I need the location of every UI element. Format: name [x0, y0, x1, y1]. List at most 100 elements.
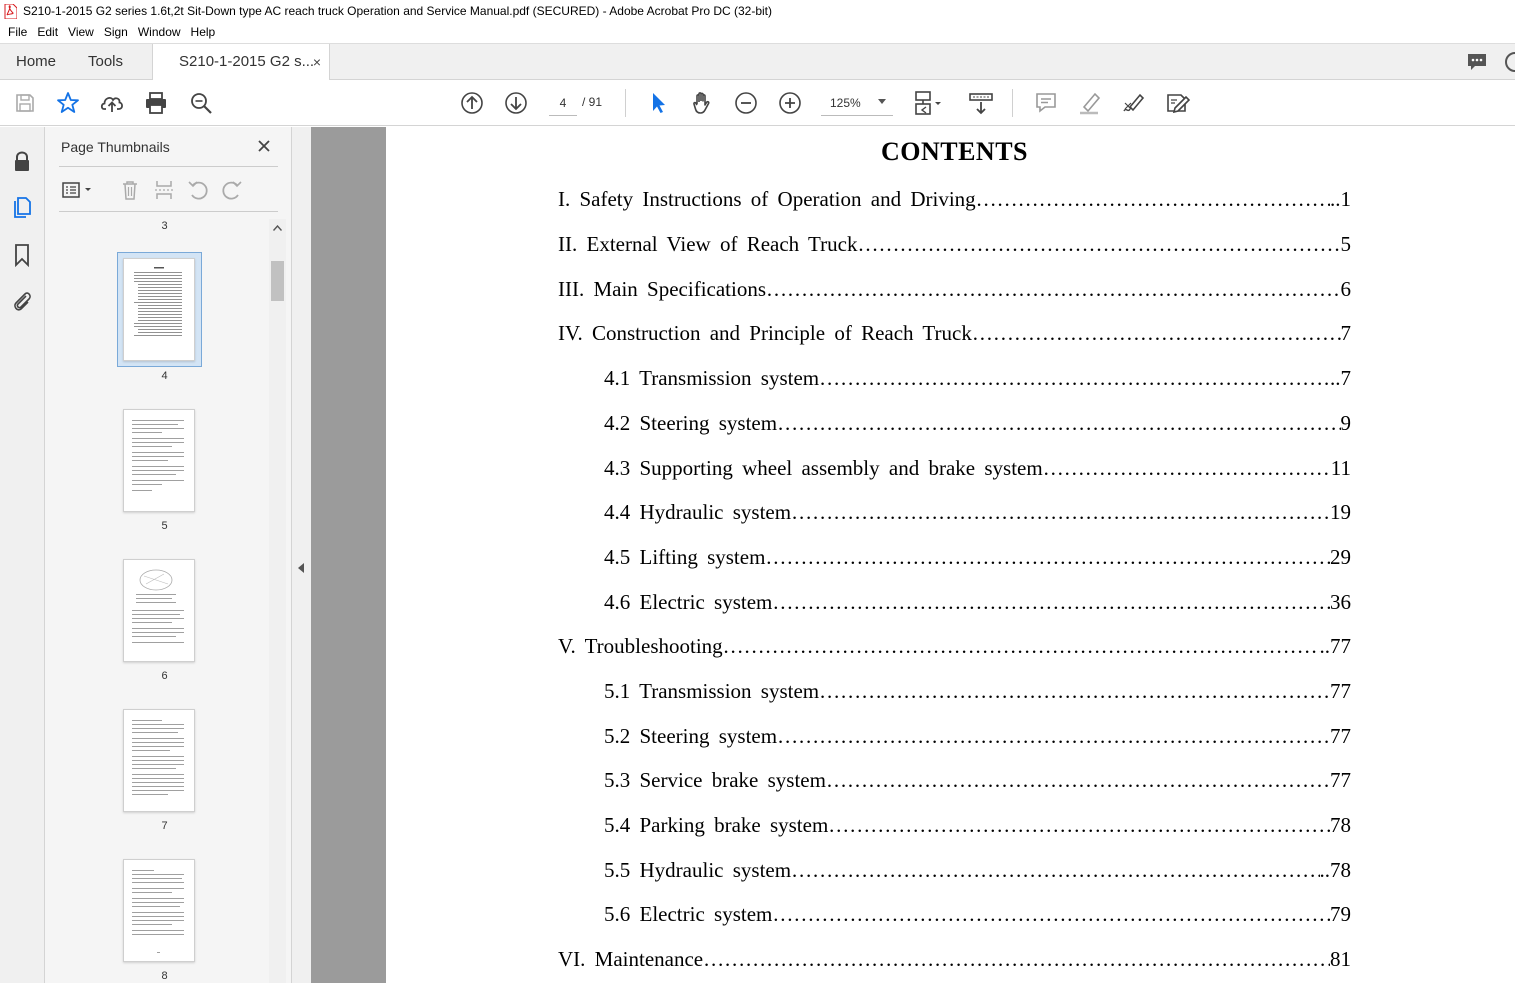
toc-leader-dots	[826, 768, 1330, 793]
rotate-clockwise-icon[interactable]	[221, 179, 243, 204]
thumbnail-options-icon[interactable]	[61, 179, 95, 204]
bookmark-star-icon[interactable]	[55, 90, 81, 116]
lock-icon[interactable]	[10, 149, 34, 173]
menu-view[interactable]: View	[63, 22, 99, 43]
toc-entry: 4.1 Transmission system ..7	[604, 366, 1351, 396]
edit-tools-icon[interactable]	[1165, 90, 1191, 116]
thumbnail-toolbar	[59, 176, 278, 204]
thumbnail-page-8[interactable]	[123, 859, 195, 962]
add-comment-icon[interactable]	[1033, 90, 1059, 116]
thumbnail-list: 3 4 5 6 7 8	[59, 219, 270, 983]
next-page-icon[interactable]	[503, 90, 529, 116]
toc-leader-dots	[819, 366, 1330, 391]
toc-entry-page: 9	[1340, 411, 1352, 435]
toolbar-divider	[1012, 89, 1013, 117]
thumbnail-page-4[interactable]	[123, 258, 195, 361]
toc-leader-dots	[819, 679, 1330, 704]
page-thumbnails-icon[interactable]	[10, 195, 34, 219]
toc-entry: VI. Maintenance 81	[558, 947, 1351, 977]
toc-entry: 4.2 Steering system 9	[604, 411, 1351, 441]
toc-leader-dots	[777, 724, 1330, 749]
save-icon[interactable]	[12, 90, 38, 116]
menu-help[interactable]: Help	[186, 22, 221, 43]
scrollbar-thumb[interactable]	[271, 261, 284, 301]
toc-leader-dots	[1043, 456, 1331, 481]
attachments-paperclip-icon[interactable]	[10, 288, 34, 312]
close-panel-icon[interactable]	[254, 136, 274, 156]
menu-sign[interactable]: Sign	[99, 22, 133, 43]
toc-entry: III. Main Specifications 6	[558, 277, 1351, 307]
rotate-counterclockwise-icon[interactable]	[187, 179, 209, 204]
toc-entry-title: 5.1 Transmission system	[604, 679, 820, 703]
toc-entry-page: ..77	[1319, 634, 1352, 658]
previous-page-icon[interactable]	[459, 90, 485, 116]
toc-entry-page: 6	[1340, 277, 1352, 301]
scroll-up-icon[interactable]	[273, 225, 282, 231]
toc-entry-title: I. Safety Instructions of Operation and …	[558, 187, 976, 211]
toc-entry: 5.4 Parking brake system 78	[604, 813, 1351, 843]
toc-entry-title: 5.6 Electric system	[604, 902, 773, 926]
panel-splitter[interactable]	[292, 127, 311, 983]
thumbnail-scrollbar[interactable]	[269, 219, 286, 983]
toc-entry-page: 11	[1330, 456, 1351, 480]
zoom-out-icon[interactable]	[733, 90, 759, 116]
help-icon[interactable]	[1503, 52, 1515, 75]
sign-pen-icon[interactable]	[1121, 90, 1147, 116]
page-thumbnails-panel: Page Thumbnails 3 4 5 6 7 8	[45, 127, 292, 983]
title-bar: S210-1-2015 G2 series 1.6t,2t Sit-Down t…	[0, 0, 1515, 22]
zoom-search-icon[interactable]	[188, 90, 214, 116]
contents-heading: CONTENTS	[880, 137, 1029, 166]
toc-entry-title: 4.6 Electric system	[604, 590, 773, 614]
panel-divider	[59, 166, 278, 167]
upload-cloud-icon[interactable]	[99, 90, 125, 116]
comment-bubble-icon[interactable]	[1466, 52, 1488, 75]
toc-entry: 5.5 Hydraulic system ..78	[604, 858, 1351, 888]
print-icon[interactable]	[143, 90, 169, 116]
toc-entry-title: 4.3 Supporting wheel assembly and brake …	[604, 456, 1043, 480]
toc-entry-title: II. External View of Reach Truck	[558, 232, 858, 256]
tab-tools[interactable]: Tools	[88, 44, 123, 80]
page-layout-icon[interactable]	[913, 90, 947, 116]
toc-entry-title: 4.4 Hydraulic system	[604, 500, 792, 524]
delete-page-icon[interactable]	[119, 179, 141, 204]
toc-leader-dots	[766, 277, 1340, 302]
left-navigation-rail	[0, 127, 45, 983]
toolbar-divider	[625, 89, 626, 117]
toc-leader-dots	[777, 411, 1340, 436]
select-cursor-icon[interactable]	[645, 90, 671, 116]
menu-window[interactable]: Window	[133, 22, 186, 43]
zoom-in-icon[interactable]	[777, 90, 803, 116]
thumbnail-page-7[interactable]	[123, 709, 195, 812]
toc-entry-page: 5	[1340, 232, 1352, 256]
toc-entry: 5.3 Service brake system 77	[604, 768, 1351, 798]
menu-edit[interactable]: Edit	[32, 22, 63, 43]
toc-entry-page: 19	[1330, 500, 1351, 524]
toc-entry-page: 7	[1340, 321, 1352, 345]
page-total-label: / 91	[582, 95, 603, 109]
panel-title: Page Thumbnails	[61, 139, 170, 155]
collapse-panel-icon[interactable]	[298, 563, 304, 573]
page-number-input[interactable]	[549, 90, 577, 116]
toc-entry: V. Troubleshooting ..77	[558, 634, 1351, 664]
thumbnail-page-5[interactable]	[123, 409, 195, 512]
bookmarks-icon[interactable]	[10, 243, 34, 267]
menu-bar: File Edit View Sign Window Help	[0, 22, 1515, 43]
scroll-mode-icon[interactable]	[968, 90, 994, 116]
toc-entry-title: 4.5 Lifting system	[604, 545, 766, 569]
hand-tool-icon[interactable]	[689, 90, 715, 116]
tab-close-icon[interactable]: ×	[313, 44, 321, 80]
extract-page-icon[interactable]	[153, 179, 175, 204]
toc-leader-dots	[791, 858, 1319, 883]
toc-entry-page: 29	[1330, 545, 1351, 569]
tab-document[interactable]: S210-1-2015 G2 s... ×	[152, 44, 330, 80]
zoom-level-select[interactable]: 125%	[821, 90, 893, 116]
toc-entry: IV. Construction and Principle of Reach …	[558, 321, 1351, 351]
menu-file[interactable]: File	[3, 22, 32, 43]
highlight-pen-icon[interactable]	[1077, 90, 1103, 116]
toc-entry: II. External View of Reach Truck 5	[558, 232, 1351, 262]
toc-leader-dots	[857, 232, 1340, 257]
tab-home[interactable]: Home	[16, 44, 56, 80]
toc-entry-page: 81	[1330, 947, 1351, 971]
thumbnail-page-6[interactable]	[123, 559, 195, 662]
toc-entry: 4.6 Electric system 36	[604, 590, 1351, 620]
